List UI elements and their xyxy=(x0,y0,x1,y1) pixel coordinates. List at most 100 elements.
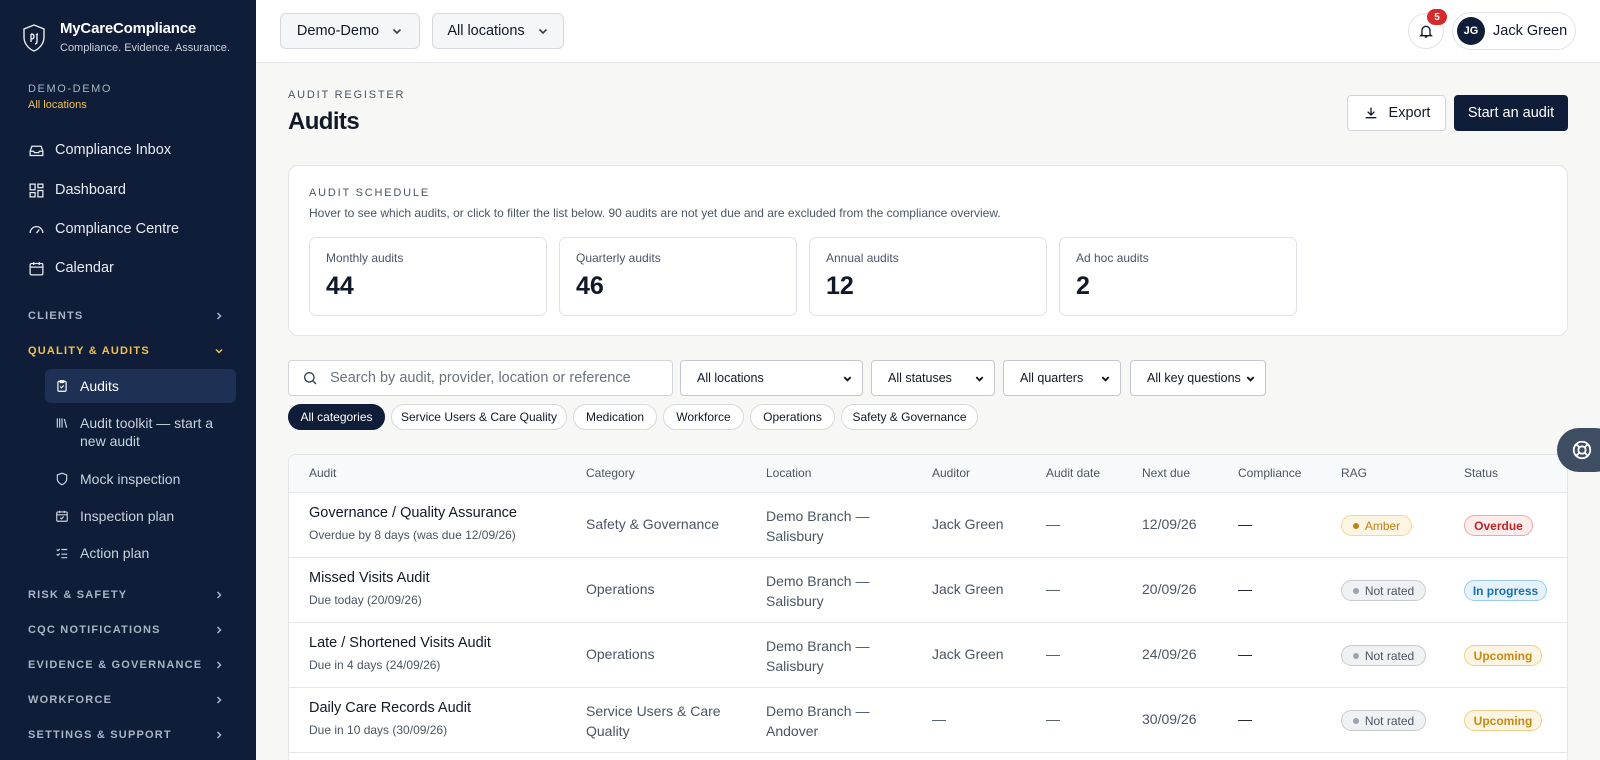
inbox-icon xyxy=(29,145,44,156)
table-row[interactable]: Daily Care Records Audit Due in 10 days … xyxy=(289,688,1567,753)
user-menu[interactable]: JG Jack Green xyxy=(1452,12,1576,50)
audit-name[interactable]: Governance / Quality Assurance xyxy=(309,505,517,521)
audit-name[interactable]: Daily Care Records Audit xyxy=(309,700,471,716)
nav-inspection-plan[interactable]: Inspection plan xyxy=(45,499,236,533)
filter-locations-select[interactable]: All locations xyxy=(680,360,863,396)
search-box[interactable] xyxy=(288,360,673,396)
column-header[interactable]: Audit xyxy=(309,466,336,480)
start-audit-button[interactable]: Start an audit xyxy=(1454,95,1568,131)
brand-tagline: Compliance. Evidence. Assurance. xyxy=(60,42,230,54)
nav-label: Audits xyxy=(80,378,119,394)
nav-section-cqc-notifications[interactable]: CQC NOTIFICATIONS xyxy=(28,622,224,638)
stat-ad-hoc-audits[interactable]: Ad hoc audits 2 xyxy=(1059,237,1297,316)
nav-label: Action plan xyxy=(80,545,150,561)
notification-count-badge: 5 xyxy=(1427,9,1447,25)
category-cell: Operations xyxy=(586,581,655,597)
org-select[interactable]: Demo-Demo xyxy=(280,13,420,49)
nav-mock-inspection[interactable]: Mock inspection xyxy=(45,462,236,496)
nav-section-clients[interactable]: CLIENTS xyxy=(28,308,224,324)
status-badge: In progress xyxy=(1464,580,1547,601)
table-row[interactable]: Missed Visits Audit Due today (20/09/26)… xyxy=(289,558,1567,623)
column-header[interactable]: Next due xyxy=(1142,466,1190,480)
search-icon xyxy=(304,372,317,385)
rag-dot-icon xyxy=(1352,652,1359,659)
checklist-icon xyxy=(56,548,68,559)
category-chip-workforce[interactable]: Workforce xyxy=(663,404,744,430)
column-header[interactable]: Compliance xyxy=(1238,466,1301,480)
nav-section-risk-safety[interactable]: RISK & SAFETY xyxy=(28,587,224,603)
chevron-down-icon xyxy=(1101,375,1110,382)
category-chip-operations[interactable]: Operations xyxy=(750,404,835,430)
column-header[interactable]: Status xyxy=(1464,466,1498,480)
audit-name[interactable]: Late / Shortened Visits Audit xyxy=(309,635,491,651)
nav-section-settings-support[interactable]: SETTINGS & SUPPORT xyxy=(28,727,224,743)
nav-action-plan[interactable]: Action plan xyxy=(45,536,236,570)
export-button[interactable]: Export xyxy=(1347,95,1446,131)
column-header[interactable]: Auditor xyxy=(932,466,970,480)
next-due-cell: 30/09/26 xyxy=(1142,711,1197,727)
help-button[interactable] xyxy=(1557,428,1600,472)
audit-due-text: Overdue by 8 days (was due 12/09/26) xyxy=(309,528,516,542)
stat-quarterly-audits[interactable]: Quarterly audits 46 xyxy=(559,237,797,316)
shield-icon xyxy=(56,472,68,486)
rag-dot-icon xyxy=(1352,522,1359,529)
section-label: SETTINGS & SUPPORT xyxy=(28,729,172,741)
stat-value: 46 xyxy=(576,272,604,300)
calendar-icon xyxy=(29,261,44,276)
table-row[interactable]: Late / Shortened Visits Audit Due in 4 d… xyxy=(289,623,1567,688)
filter-quarters-select[interactable]: All quarters xyxy=(1003,360,1121,396)
nav-section-evidence-governance[interactable]: EVIDENCE & GOVERNANCE xyxy=(28,657,224,673)
status-badge: Upcoming xyxy=(1464,645,1542,666)
nav-dashboard[interactable]: Dashboard xyxy=(28,178,126,202)
category-chip-medication[interactable]: Medication xyxy=(573,404,657,430)
chevron-right-icon xyxy=(216,696,222,704)
search-input[interactable] xyxy=(330,370,650,386)
audits-table: Audit Category Location Auditor Audit da… xyxy=(288,454,1568,760)
audit-due-text: Due in 4 days (24/09/26) xyxy=(309,658,441,672)
column-header[interactable]: Category xyxy=(586,466,635,480)
dashboard-grid-icon xyxy=(29,182,44,198)
compliance-cell: — xyxy=(1238,516,1252,532)
chevron-down-icon xyxy=(975,375,984,382)
column-header[interactable]: RAG xyxy=(1341,466,1367,480)
nav-label: Compliance Centre xyxy=(55,221,180,237)
brand[interactable]: MyCareCompliance Compliance. Evidence. A… xyxy=(22,20,230,54)
gauge-icon xyxy=(29,225,44,233)
nav-compliance-inbox[interactable]: Compliance Inbox xyxy=(28,138,171,162)
category-chip-safety-governance[interactable]: Safety & Governance xyxy=(841,404,978,430)
column-header[interactable]: Location xyxy=(766,466,811,480)
nav-compliance-centre[interactable]: Compliance Centre xyxy=(28,217,179,241)
stat-monthly-audits[interactable]: Monthly audits 44 xyxy=(309,237,547,316)
rag-dot-icon xyxy=(1352,717,1359,724)
nav-audits[interactable]: Audits xyxy=(45,369,236,403)
location-cell: Demo Branch — Salisbury xyxy=(766,638,870,674)
chevron-right-icon xyxy=(216,312,222,320)
category-chip-service-users[interactable]: Service Users & Care Quality xyxy=(391,404,567,430)
rag-dot-icon xyxy=(1352,587,1359,594)
audit-name[interactable]: Missed Visits Audit xyxy=(309,570,430,586)
filter-key-questions-select[interactable]: All key questions xyxy=(1130,360,1266,396)
stat-value: 12 xyxy=(826,272,854,300)
nav-audit-toolkit[interactable]: Audit toolkit — start a new audit xyxy=(45,406,236,458)
org-select-value: Demo-Demo xyxy=(296,23,380,39)
table-row[interactable]: Governance / Quality Assurance Overdue b… xyxy=(289,493,1567,558)
column-header[interactable]: Audit date xyxy=(1046,466,1100,480)
status-badge: Upcoming xyxy=(1464,710,1542,731)
nav-section-quality-audits[interactable]: QUALITY & AUDITS xyxy=(28,343,224,359)
auditor-cell: Jack Green xyxy=(932,581,1004,597)
audit-schedule-card: AUDIT SCHEDULE Hover to see which audits… xyxy=(288,165,1568,336)
location-cell: Demo Branch — Andover xyxy=(766,703,870,739)
location-select[interactable]: All locations xyxy=(432,13,564,49)
stat-annual-audits[interactable]: Annual audits 12 xyxy=(809,237,1047,316)
filter-statuses-select[interactable]: All statuses xyxy=(871,360,995,396)
status-badge: Overdue xyxy=(1464,515,1533,536)
calendar-check-icon xyxy=(56,510,68,522)
nav-section-workforce[interactable]: WORKFORCE xyxy=(28,692,224,708)
category-chip-all[interactable]: All categories xyxy=(288,404,385,430)
section-label: QUALITY & AUDITS xyxy=(28,345,150,357)
clipboard-check-icon xyxy=(57,380,67,392)
rag-label: Amber xyxy=(1364,518,1401,533)
location-cell: Demo Branch — Salisbury xyxy=(766,508,870,544)
nav-calendar[interactable]: Calendar xyxy=(28,256,114,280)
stat-value: 44 xyxy=(326,272,354,300)
